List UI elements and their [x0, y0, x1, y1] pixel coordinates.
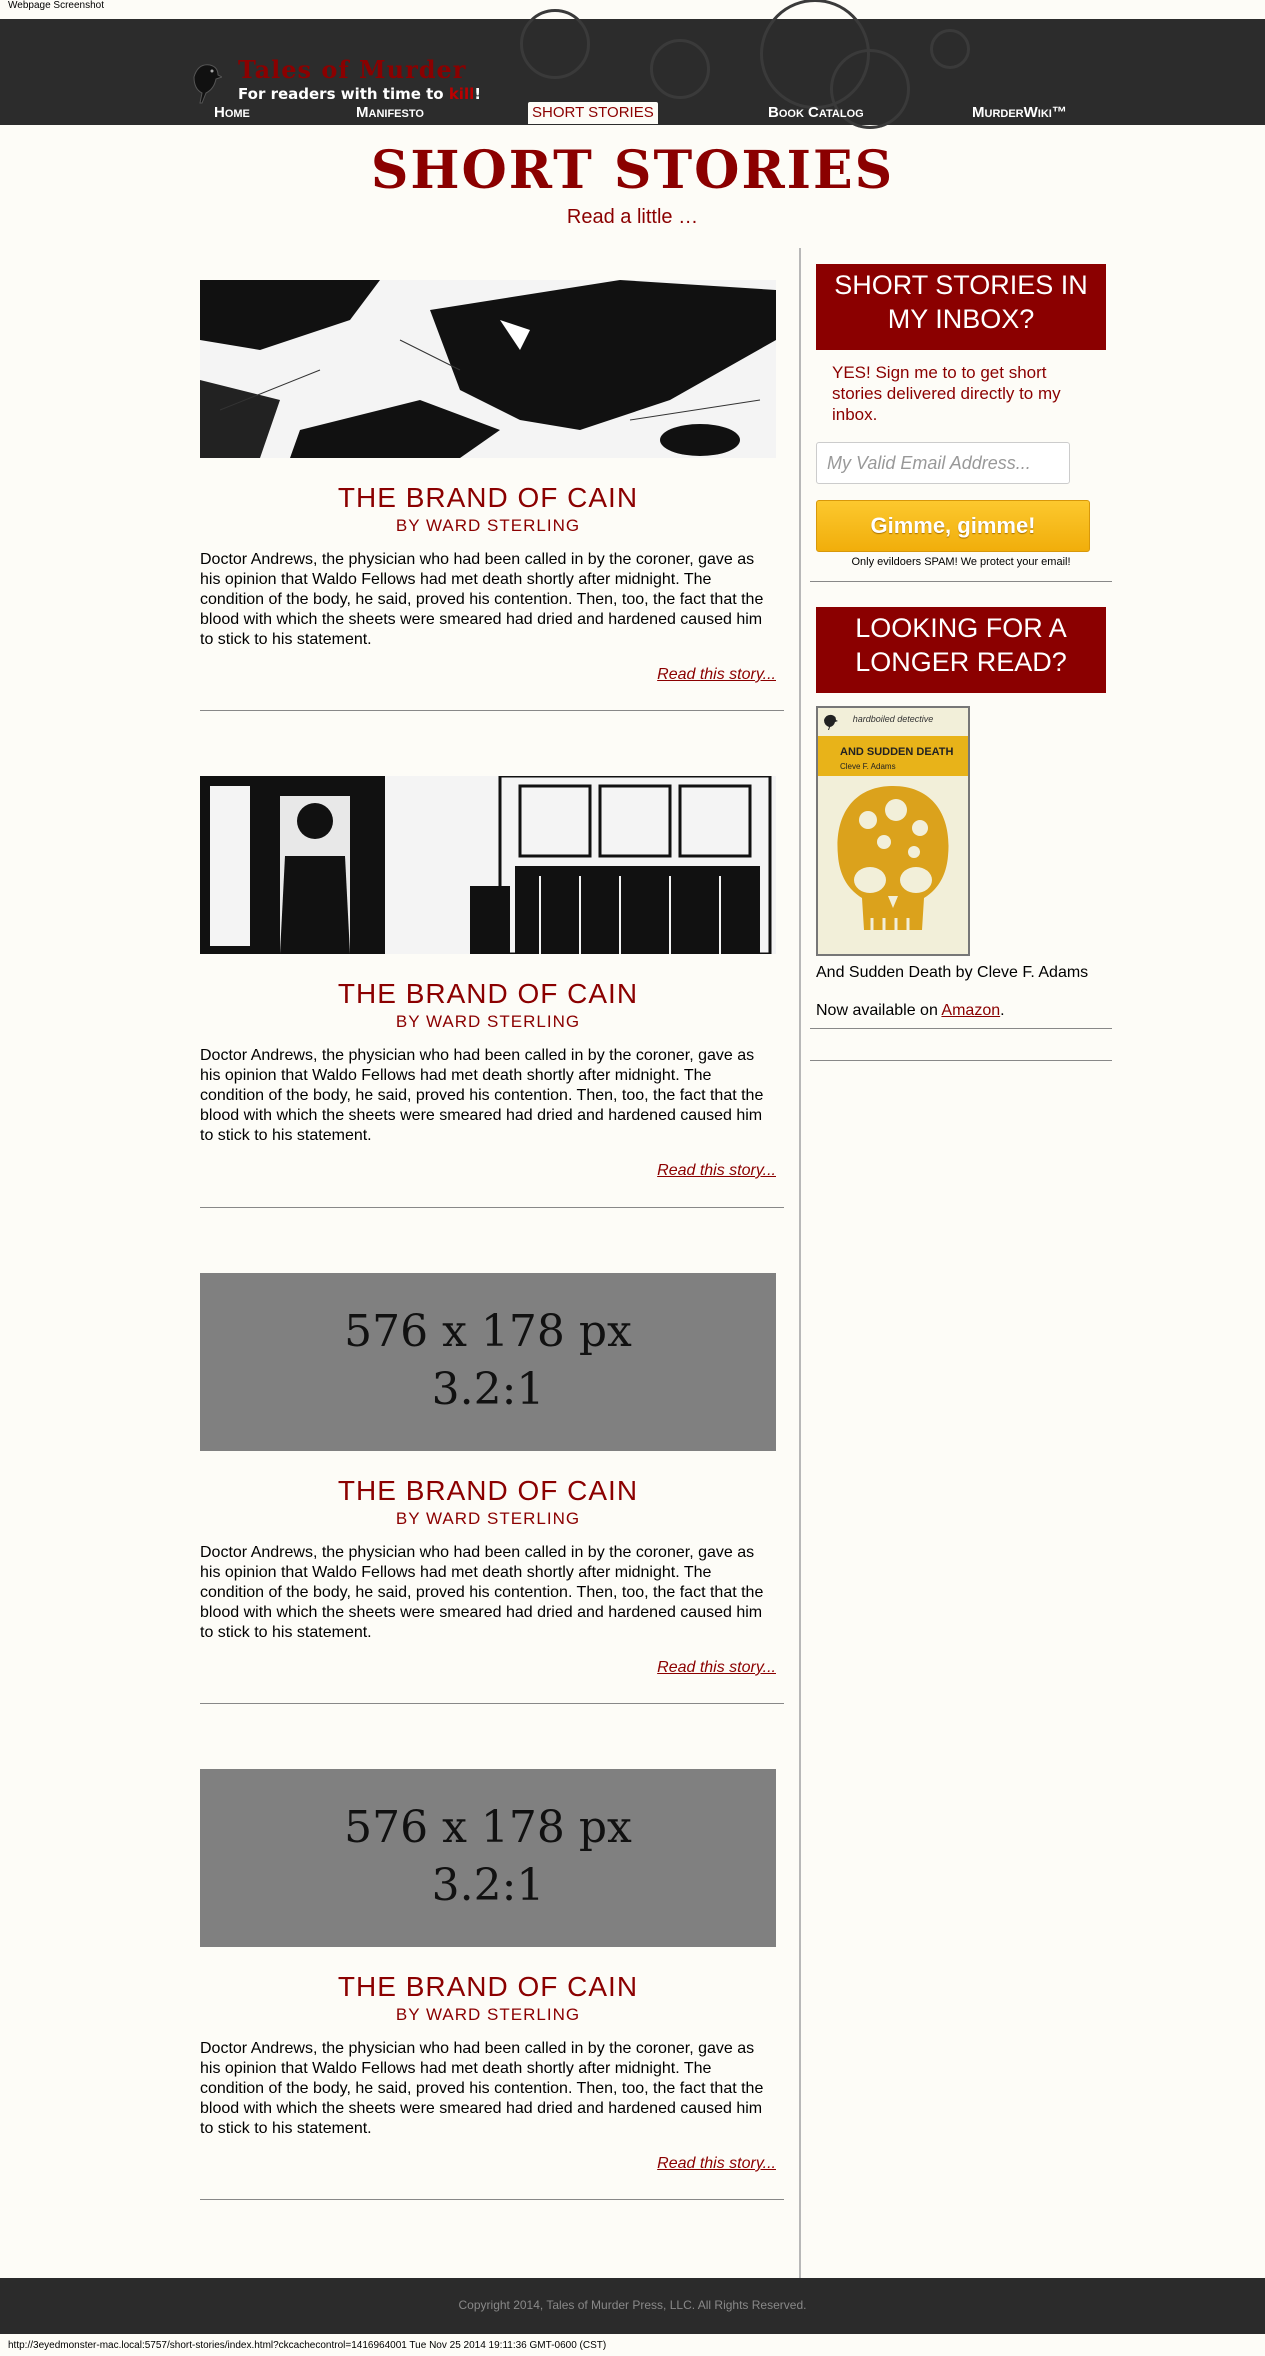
- placeholder-ratio: 3.2:1: [431, 1860, 545, 1911]
- story-card: 576 x 178 px 3.2:1 THE BRAND OF CAIN BY …: [200, 1769, 784, 2200]
- page-title: SHORT STORIES: [370, 140, 895, 201]
- email-input[interactable]: [816, 442, 1070, 484]
- read-story-link[interactable]: Read this story...: [200, 2155, 776, 2173]
- story-excerpt: Doctor Andrews, the physician who had be…: [200, 551, 764, 648]
- story-author: BY WARD STERLING: [395, 516, 581, 535]
- book-caption: And Sudden Death by Cleve F. Adams: [816, 964, 1089, 981]
- page-subtitle: Read a little …: [566, 206, 699, 228]
- story-title[interactable]: THE BRAND OF CAIN: [200, 1475, 776, 1507]
- sidebar-divider: [810, 1060, 1112, 1061]
- book-cover-author: Cleve F. Adams: [840, 762, 896, 771]
- book-cover-title: AND SUDDEN DEATH: [840, 746, 954, 758]
- story-illustration[interactable]: [200, 776, 776, 954]
- nav-short-stories[interactable]: SHORT STORIES: [528, 102, 658, 124]
- story-card: THE BRAND OF CAIN BY WARD STERLING Docto…: [200, 776, 784, 1208]
- story-title[interactable]: THE BRAND OF CAIN: [200, 978, 776, 1010]
- read-story-link[interactable]: Read this story...: [200, 666, 776, 684]
- logo-title: Tales of Murder: [238, 55, 467, 84]
- read-story-link[interactable]: Read this story...: [200, 1659, 776, 1677]
- nav-book-catalog[interactable]: Book Catalog: [764, 102, 868, 124]
- book-series: hardboiled detective: [852, 714, 934, 724]
- story-divider: [200, 710, 784, 711]
- story-author: BY WARD STERLING: [395, 1509, 581, 1528]
- story-card: THE BRAND OF CAIN BY WARD STERLING Docto…: [200, 280, 784, 711]
- story-author: BY WARD STERLING: [395, 2005, 581, 2024]
- raven-icon: [193, 64, 222, 104]
- page-caption: Webpage Screenshot: [8, 0, 104, 11]
- browser-status-url: http://3eyedmonster-mac.local:5757/short…: [8, 2340, 607, 2351]
- story-divider: [200, 1207, 784, 1208]
- story-title[interactable]: THE BRAND OF CAIN: [200, 1971, 776, 2003]
- signup-text: YES! Sign me to to get short stories del…: [832, 363, 1061, 424]
- image-placeholder: 576 x 178 px 3.2:1: [200, 1273, 776, 1451]
- sidebar-divider: [810, 581, 1112, 582]
- column-divider: [799, 248, 801, 2278]
- site-footer: Copyright 2014, Tales of Murder Press, L…: [0, 2278, 1265, 2334]
- gear-decoration: [650, 39, 710, 99]
- story-author: BY WARD STERLING: [395, 1012, 581, 1031]
- sidebar-divider: [810, 1028, 1112, 1029]
- story-title[interactable]: THE BRAND OF CAIN: [200, 482, 776, 514]
- nav-manifesto[interactable]: Manifesto: [352, 102, 428, 124]
- placeholder-size: 576 x 178 px: [344, 1802, 632, 1853]
- copyright-text: Copyright 2014, Tales of Murder Press, L…: [458, 2298, 807, 2312]
- skull-icon: [837, 786, 949, 930]
- gear-decoration: [520, 9, 590, 79]
- book-cover[interactable]: hardboiled detective AND SUDDEN DEATH Cl…: [816, 706, 970, 956]
- read-story-link[interactable]: Read this story...: [200, 1162, 776, 1180]
- story-excerpt: Doctor Andrews, the physician who had be…: [200, 2040, 764, 2137]
- main-nav: Home Manifesto SHORT STORIES Book Catalo…: [0, 102, 1265, 126]
- placeholder-size: 576 x 178 px: [344, 1306, 632, 1357]
- amazon-link[interactable]: Amazon: [941, 1002, 1000, 1019]
- nav-murderwiki[interactable]: MurderWiki™: [968, 102, 1071, 124]
- story-card: 576 x 178 px 3.2:1 THE BRAND OF CAIN BY …: [200, 1273, 784, 1704]
- placeholder-ratio: 3.2:1: [431, 1364, 545, 1415]
- logo-tagline: For readers with time to kill!: [238, 85, 482, 103]
- signup-heading: SHORT STORIES IN MY INBOX?: [816, 264, 1106, 350]
- story-excerpt: Doctor Andrews, the physician who had be…: [200, 1544, 764, 1641]
- story-divider: [200, 2199, 784, 2200]
- spam-note: Only evildoers SPAM! We protect your ema…: [851, 556, 1071, 568]
- gimme-button[interactable]: Gimme, gimme!: [816, 500, 1090, 552]
- story-illustration[interactable]: [200, 280, 776, 458]
- availability-text: Now available on Amazon.: [816, 1002, 1005, 1019]
- longer-read-heading: LOOKING FOR A LONGER READ?: [816, 607, 1106, 693]
- story-divider: [200, 1703, 784, 1704]
- story-excerpt: Doctor Andrews, the physician who had be…: [200, 1047, 764, 1144]
- gear-decoration: [930, 29, 970, 69]
- nav-home[interactable]: Home: [210, 102, 254, 124]
- image-placeholder: 576 x 178 px 3.2:1: [200, 1769, 776, 1947]
